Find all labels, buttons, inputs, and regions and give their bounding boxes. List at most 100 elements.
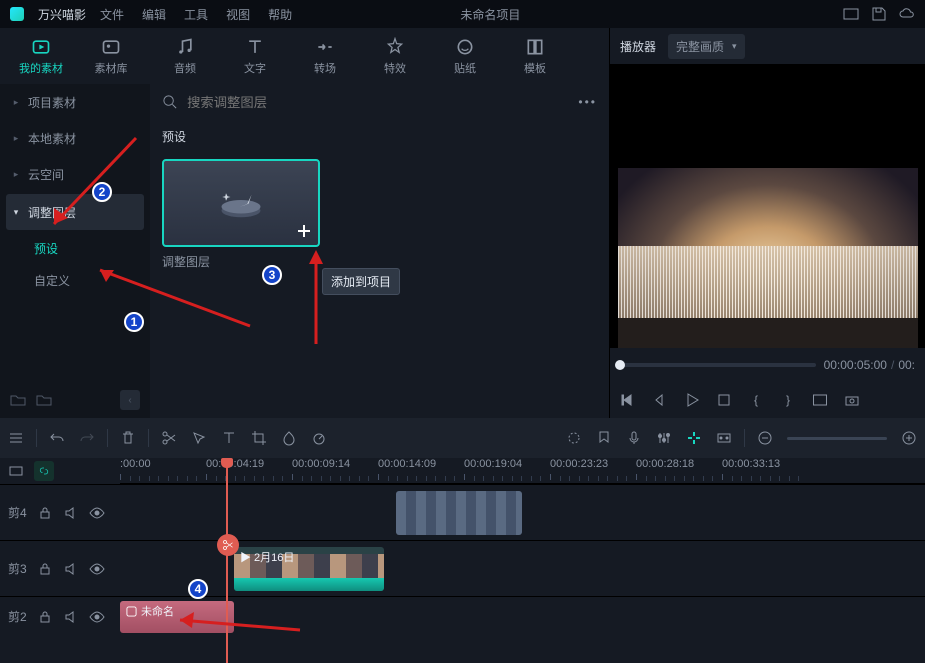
sidebar-item-project[interactable]: ▸项目素材 — [0, 84, 150, 120]
preset-thumb-box[interactable] — [162, 159, 320, 247]
select-icon[interactable] — [191, 430, 207, 446]
tab-stock[interactable]: 素材库 — [76, 28, 146, 84]
link-toggle-icon[interactable] — [34, 461, 54, 481]
cloud-icon[interactable] — [899, 6, 915, 22]
search-row: ••• — [150, 84, 609, 120]
redo-icon[interactable] — [79, 430, 95, 446]
lane-2[interactable]: 未命名 — [120, 596, 925, 636]
seek-track[interactable] — [620, 363, 816, 367]
color-icon[interactable] — [281, 430, 297, 446]
delete-icon[interactable] — [120, 430, 136, 446]
split-icon[interactable] — [161, 430, 177, 446]
new-folder-icon[interactable] — [10, 392, 26, 408]
effect-icon[interactable] — [566, 430, 582, 446]
lock-icon[interactable] — [37, 561, 53, 577]
workspace: 我的素材 素材库 ▸项目素材 ▸本地素材 ▸云空间 ▾调整图层 预设 自定义 ‹ — [0, 28, 925, 418]
eye-icon[interactable] — [89, 561, 105, 577]
snapshot-icon[interactable] — [844, 392, 860, 408]
clip-video-b[interactable] — [396, 491, 522, 535]
film-icon[interactable] — [8, 463, 24, 479]
prev-frame-icon[interactable] — [620, 392, 636, 408]
mixer-icon[interactable] — [656, 430, 672, 446]
lane-4[interactable] — [120, 484, 925, 540]
step-back-icon[interactable] — [652, 392, 668, 408]
tab-label: 音频 — [174, 60, 196, 76]
seek-knob[interactable] — [615, 360, 625, 370]
cut-badge-icon[interactable] — [217, 534, 239, 556]
clip-adjustment[interactable]: 未命名 — [120, 601, 234, 633]
mark-out-icon[interactable]: } — [780, 392, 796, 408]
marker-tool-icon[interactable] — [596, 430, 612, 446]
tab-my-media[interactable]: 我的素材 — [6, 28, 76, 84]
add-to-project-icon[interactable] — [296, 223, 312, 239]
auto-cut-icon[interactable] — [686, 430, 702, 446]
sidebar-item-label: 项目素材 — [28, 94, 76, 111]
eye-icon[interactable] — [89, 609, 105, 625]
menu-file[interactable]: 文件 — [100, 6, 124, 23]
adjustment-layer-icon — [211, 183, 271, 223]
speed-icon[interactable] — [311, 430, 327, 446]
menu-edit[interactable]: 编辑 — [142, 6, 166, 23]
tab-my-media-label: 我的素材 — [19, 60, 63, 76]
sidebar-sub-custom[interactable]: 自定义 — [34, 264, 150, 296]
mute-icon[interactable] — [63, 561, 79, 577]
search-input[interactable] — [185, 94, 568, 111]
sidebar-item-local[interactable]: ▸本地素材 — [0, 120, 150, 156]
marker-icon[interactable] — [716, 430, 732, 446]
track-header-3[interactable]: 剪3 — [0, 540, 120, 596]
undo-icon[interactable] — [49, 430, 65, 446]
clip-video-a[interactable]: ▶ 2月16日 — [234, 547, 384, 591]
menu-view[interactable]: 视图 — [226, 6, 250, 23]
time-ruler[interactable]: :00:0000:00:04:1900:00:09:1400:00:14:090… — [120, 458, 925, 484]
zoom-in-icon[interactable] — [901, 430, 917, 446]
eye-icon[interactable] — [89, 505, 105, 521]
quality-combo[interactable]: 完整画质 ▾ — [668, 34, 745, 59]
text-tool-icon[interactable] — [221, 430, 237, 446]
player-title: 播放器 — [620, 38, 656, 55]
save-icon[interactable] — [871, 6, 887, 22]
tab-sticker[interactable]: 贴纸 — [430, 28, 500, 84]
lock-icon[interactable] — [37, 609, 53, 625]
preview-frame — [618, 168, 918, 348]
timeline: 剪4 剪3 剪2 :00:0000:00:04:1900:00:09:1400:… — [0, 458, 925, 663]
tab-transition[interactable]: 转场 — [290, 28, 360, 84]
menu-tools[interactable]: 工具 — [184, 6, 208, 23]
crop-icon[interactable] — [251, 430, 267, 446]
viewer[interactable] — [610, 168, 925, 348]
lane-3[interactable]: ▶ 2月16日 — [120, 540, 925, 596]
menu-icon[interactable] — [8, 430, 24, 446]
more-icon[interactable]: ••• — [578, 95, 597, 109]
search-box[interactable] — [162, 94, 568, 111]
mute-icon[interactable] — [63, 609, 79, 625]
menu-help[interactable]: 帮助 — [268, 6, 292, 23]
tab-template[interactable]: 模板 — [500, 28, 570, 84]
tab-effects[interactable]: 特效 — [360, 28, 430, 84]
lock-icon[interactable] — [37, 505, 53, 521]
layout-icon[interactable] — [843, 6, 859, 22]
stop-icon[interactable] — [716, 392, 732, 408]
zoom-out-icon[interactable] — [757, 430, 773, 446]
tab-text[interactable]: 文字 — [220, 28, 290, 84]
music-icon — [175, 37, 195, 57]
track-header-2[interactable]: 剪2 — [0, 596, 120, 636]
track-header-4[interactable]: 剪4 — [0, 484, 120, 540]
mute-icon[interactable] — [63, 505, 79, 521]
track-body[interactable]: :00:0000:00:04:1900:00:09:1400:00:14:090… — [120, 458, 925, 663]
sidebar-item-adjustment-layer[interactable]: ▾调整图层 — [6, 194, 144, 230]
sidebar-sub-preset[interactable]: 预设 — [34, 232, 150, 264]
playhead[interactable] — [226, 458, 228, 663]
transition-icon — [315, 37, 335, 57]
collapse-sidebar-button[interactable]: ‹ — [120, 390, 140, 410]
play-icon[interactable] — [684, 392, 700, 408]
preset-thumb[interactable]: 调整图层 — [162, 159, 320, 270]
mic-icon[interactable] — [626, 430, 642, 446]
tab-audio[interactable]: 音频 — [150, 28, 220, 84]
track-name: 剪4 — [8, 504, 27, 521]
fullview-icon[interactable] — [812, 392, 828, 408]
mark-in-icon[interactable]: { — [748, 392, 764, 408]
sidebar-item-cloud[interactable]: ▸云空间 — [0, 156, 150, 192]
sidebar-item-label: 调整图层 — [28, 204, 76, 221]
zoom-slider[interactable] — [787, 437, 887, 440]
folder-icon[interactable] — [36, 392, 52, 408]
stock-icon — [101, 37, 121, 57]
